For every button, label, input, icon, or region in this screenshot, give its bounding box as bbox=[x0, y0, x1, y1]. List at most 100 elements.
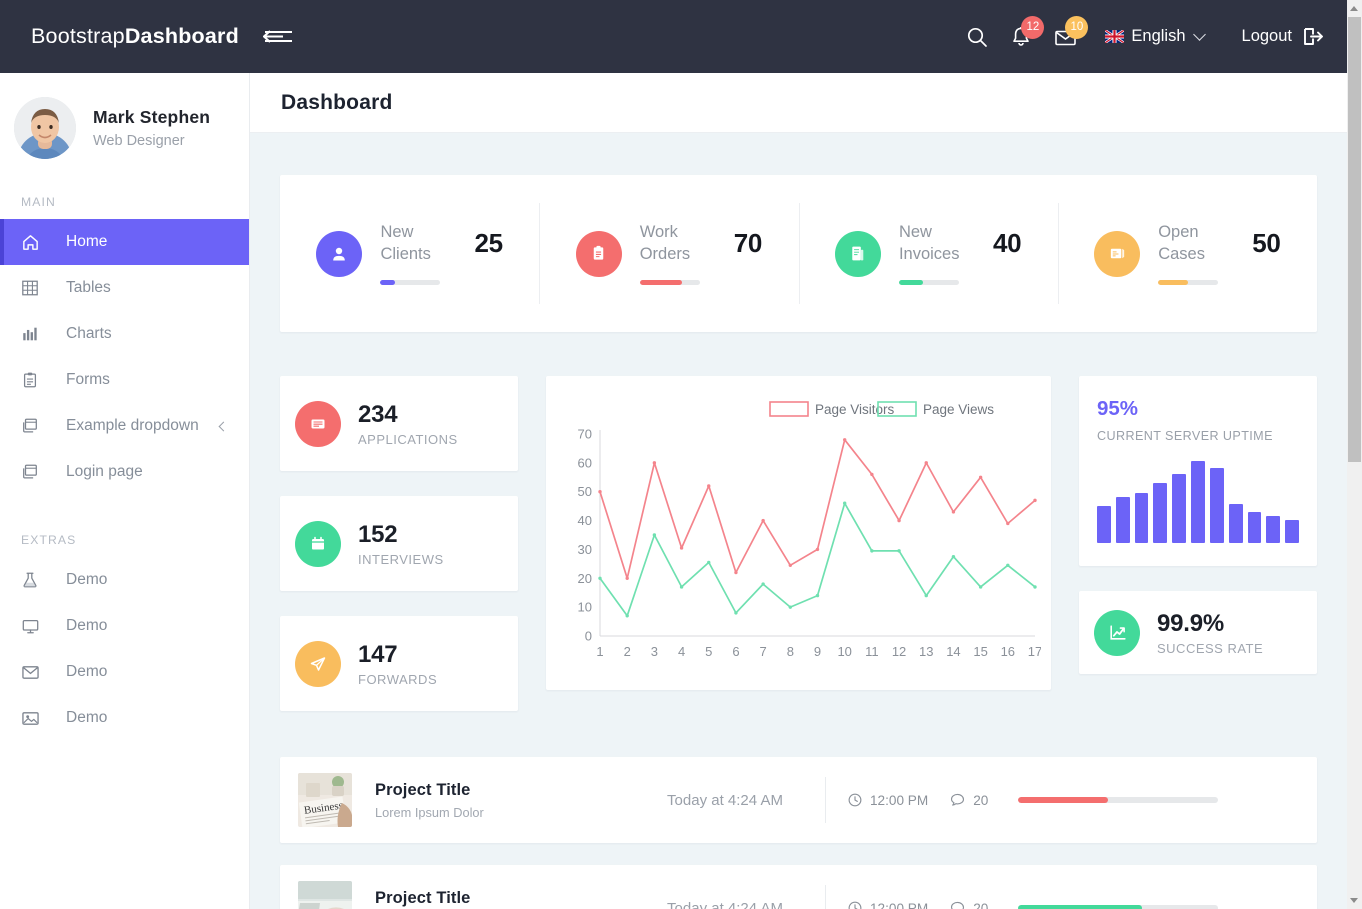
project-time: 12:00 PM bbox=[848, 901, 928, 909]
logout-label: Logout bbox=[1242, 27, 1292, 46]
right-column: 95% CURRENT SERVER UPTIME bbox=[1079, 376, 1317, 711]
sidebar-item-label: Charts bbox=[66, 325, 112, 343]
bell-icon[interactable]: 12 bbox=[999, 15, 1043, 59]
sidebar: Mark Stephen Web Designer MAIN Home Tabl… bbox=[0, 73, 250, 909]
sidebar-profile[interactable]: Mark Stephen Web Designer bbox=[0, 73, 249, 181]
mini-card-caption: APPLICATIONS bbox=[358, 432, 458, 447]
bell-badge: 12 bbox=[1021, 16, 1044, 39]
content-body: New Clients 25 Work Orders 70 bbox=[250, 133, 1347, 909]
svg-text:20: 20 bbox=[578, 571, 592, 586]
project-comments-label: 20 bbox=[973, 901, 988, 909]
scroll-down-arrow-icon[interactable] bbox=[1350, 898, 1358, 903]
uk-flag-icon bbox=[1105, 30, 1124, 43]
table-row[interactable]: Project Title Lorem Ipsum Dolor Today at… bbox=[280, 865, 1317, 909]
svg-text:40: 40 bbox=[578, 513, 592, 528]
list-lines-icon bbox=[295, 401, 341, 447]
mini-card-applications[interactable]: 234 APPLICATIONS bbox=[280, 376, 518, 471]
svg-text:10: 10 bbox=[837, 644, 851, 659]
paper-plane-icon bbox=[295, 641, 341, 687]
comment-icon bbox=[950, 901, 965, 909]
brand-logo[interactable]: BootstrapDashboard bbox=[31, 24, 239, 49]
svg-text:50: 50 bbox=[578, 484, 592, 499]
envelope-icon[interactable]: 10 bbox=[1043, 15, 1087, 59]
uptime-bar-chart bbox=[1097, 461, 1299, 543]
project-title: Project Title bbox=[375, 781, 635, 800]
sidebar-item-label: Demo bbox=[66, 617, 107, 635]
svg-text:4: 4 bbox=[678, 644, 685, 659]
clipboard-list-icon bbox=[576, 231, 622, 277]
uptime-bar bbox=[1285, 520, 1299, 543]
stat-value: 70 bbox=[734, 228, 762, 259]
svg-text:Page Views: Page Views bbox=[923, 402, 994, 417]
page-header: Dashboard bbox=[250, 73, 1347, 133]
server-uptime-card[interactable]: 95% CURRENT SERVER UPTIME bbox=[1079, 376, 1317, 566]
sidebar-collapse-icon[interactable] bbox=[261, 24, 295, 50]
stat-card-open-cases[interactable]: Open Cases 50 bbox=[1058, 175, 1317, 332]
chevron-down-icon bbox=[1193, 28, 1206, 41]
project-title: Project Title bbox=[375, 889, 635, 908]
sidebar-item-demo-monitor[interactable]: Demo bbox=[0, 603, 249, 649]
scroll-up-arrow-icon[interactable] bbox=[1350, 6, 1358, 11]
search-icon[interactable] bbox=[955, 15, 999, 59]
sidebar-item-login-page[interactable]: Login page bbox=[0, 449, 249, 495]
sidebar-item-label: Demo bbox=[66, 571, 107, 589]
sidebar-item-demo-image[interactable]: Demo bbox=[0, 695, 249, 741]
project-time: 12:00 PM bbox=[848, 793, 928, 808]
sidebar-item-label: Demo bbox=[66, 709, 107, 727]
sidebar-item-demo-flask[interactable]: Demo bbox=[0, 557, 249, 603]
stat-value: 25 bbox=[474, 228, 502, 259]
language-selector[interactable]: English bbox=[1105, 27, 1203, 46]
sidebar-item-charts[interactable]: Charts bbox=[0, 311, 249, 357]
page-traffic-line-chart[interactable]: 0102030405060701234567891011121314151617… bbox=[546, 376, 1051, 690]
sidebar-item-label: Demo bbox=[66, 663, 107, 681]
top-navbar: BootstrapDashboard bbox=[0, 0, 1347, 73]
stat-progress-bar bbox=[1158, 280, 1218, 285]
uptime-bar bbox=[1248, 512, 1262, 543]
envelope-icon bbox=[21, 664, 45, 681]
logout-button[interactable]: Logout bbox=[1242, 27, 1323, 46]
success-rate-card[interactable]: 99.9% SUCCESS RATE bbox=[1079, 591, 1317, 674]
svg-text:5: 5 bbox=[705, 644, 712, 659]
sidebar-item-demo-envelope[interactable]: Demo bbox=[0, 649, 249, 695]
profile-role: Web Designer bbox=[93, 133, 210, 149]
sidebar-item-label: Tables bbox=[66, 279, 111, 297]
stat-card-new-invoices[interactable]: New Invoices 40 bbox=[799, 175, 1058, 332]
svg-text:60: 60 bbox=[578, 455, 592, 470]
sidebar-section-main: MAIN bbox=[0, 181, 249, 219]
sidebar-item-example-dropdown[interactable]: Example dropdown bbox=[0, 403, 249, 449]
bar-chart-icon bbox=[21, 325, 45, 343]
mini-card-forwards[interactable]: 147 FORWARDS bbox=[280, 616, 518, 711]
stat-progress-bar bbox=[640, 280, 700, 285]
stat-card-new-clients[interactable]: New Clients 25 bbox=[280, 175, 539, 332]
table-row[interactable]: Business Project Title Lorem Ipsum Dolor… bbox=[280, 757, 1317, 843]
uptime-bar bbox=[1191, 461, 1205, 543]
comment-icon bbox=[950, 793, 965, 807]
sidebar-item-home[interactable]: Home bbox=[0, 219, 249, 265]
svg-text:3: 3 bbox=[651, 644, 658, 659]
clock-icon bbox=[848, 901, 862, 909]
stat-value: 50 bbox=[1252, 228, 1280, 259]
project-progress-bar bbox=[1018, 905, 1218, 909]
project-progress-bar bbox=[1018, 797, 1218, 803]
sidebar-item-forms[interactable]: Forms bbox=[0, 357, 249, 403]
uptime-caption: CURRENT SERVER UPTIME bbox=[1097, 429, 1299, 443]
projects-list: Business Project Title Lorem Ipsum Dolor… bbox=[280, 757, 1317, 909]
svg-text:16: 16 bbox=[1001, 644, 1015, 659]
project-comments-label: 20 bbox=[973, 793, 988, 808]
stat-progress-bar bbox=[380, 280, 440, 285]
brand-bold-text: Dashboard bbox=[125, 24, 239, 48]
sidebar-item-label: Login page bbox=[66, 463, 143, 481]
stats-strip: New Clients 25 Work Orders 70 bbox=[280, 175, 1317, 332]
mini-card-interviews[interactable]: 152 INTERVIEWS bbox=[280, 496, 518, 591]
svg-text:70: 70 bbox=[578, 427, 592, 442]
project-time-label: 12:00 PM bbox=[870, 901, 928, 909]
sidebar-item-tables[interactable]: Tables bbox=[0, 265, 249, 311]
svg-text:6: 6 bbox=[732, 644, 739, 659]
project-comments: 20 bbox=[950, 793, 988, 808]
vertical-scrollbar[interactable] bbox=[1347, 0, 1362, 909]
svg-text:13: 13 bbox=[919, 644, 933, 659]
image-icon bbox=[21, 710, 45, 727]
scrollbar-thumb[interactable] bbox=[1348, 17, 1361, 462]
windows-copy-icon bbox=[21, 417, 45, 435]
stat-card-work-orders[interactable]: Work Orders 70 bbox=[539, 175, 798, 332]
